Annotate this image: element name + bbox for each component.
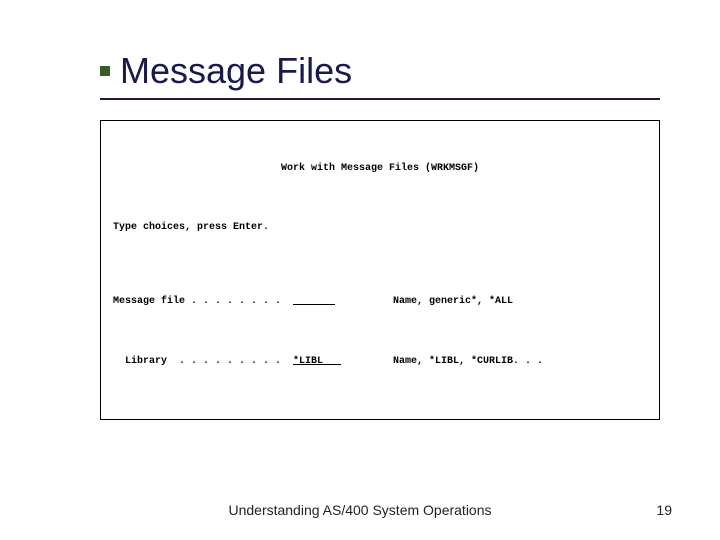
slide-title: Message Files: [120, 50, 352, 92]
terminal-header: Work with Message Files (WRKMSGF): [113, 161, 647, 176]
field-value[interactable]: *LIBL: [293, 354, 393, 369]
bullet-square-icon: [100, 66, 110, 76]
field-hint: Name, generic*, *ALL: [393, 294, 647, 309]
page-number: 19: [656, 502, 672, 518]
field-label: Library . . . . . . . . .: [113, 354, 293, 369]
terminal-row: Library . . . . . . . . . *LIBL Name, *L…: [113, 354, 647, 369]
field-label: Message file . . . . . . . .: [113, 294, 293, 309]
field-value[interactable]: [293, 294, 393, 309]
terminal-row: Message file . . . . . . . . Name, gener…: [113, 294, 647, 309]
title-row: Message Files: [100, 50, 660, 92]
title-underline: [100, 98, 660, 100]
terminal-panel: Work with Message Files (WRKMSGF) Type c…: [100, 120, 660, 420]
field-hint: Name, *LIBL, *CURLIB. . .: [393, 354, 647, 369]
slide-footer: Understanding AS/400 System Operations: [0, 502, 720, 518]
terminal-instruction: Type choices, press Enter.: [113, 220, 647, 235]
slide: Message Files Work with Message Files (W…: [0, 0, 720, 540]
